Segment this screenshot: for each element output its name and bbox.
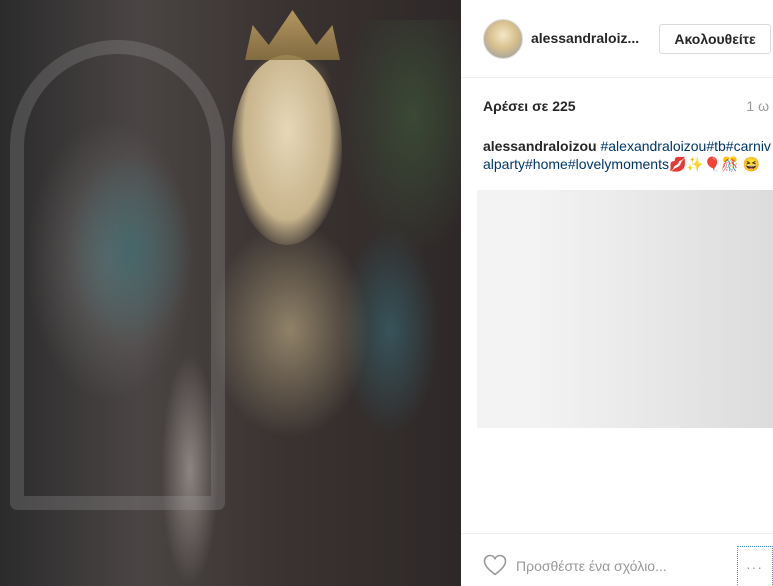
follow-button[interactable]: Ακολουθείτε [659, 24, 771, 54]
heart-icon[interactable] [483, 554, 507, 576]
mirror-frame [10, 40, 225, 510]
post-header: alessandraloiz... Ακολουθείτε [461, 0, 773, 78]
avatar[interactable] [483, 19, 523, 59]
post-footer: ··· [461, 533, 773, 586]
post-photo[interactable] [0, 0, 461, 586]
plant-decoration [341, 20, 461, 260]
crown [245, 10, 340, 60]
more-options-button[interactable]: ··· [737, 546, 773, 586]
post-time[interactable]: 1 ω [746, 98, 769, 114]
woman-figure [232, 55, 342, 245]
caption-emoji: 💋✨🎈🎊 😆 [668, 156, 761, 172]
loading-placeholder [477, 190, 773, 428]
username-link[interactable]: alessandraloiz... [531, 30, 639, 46]
post-sidebar: alessandraloiz... Ακολουθείτε Αρέσει σε … [461, 0, 773, 586]
post-caption: alessandraloizou #alexandraloizou#tb#car… [483, 137, 771, 173]
likes-count[interactable]: Αρέσει σε 225 [483, 98, 576, 114]
comment-input[interactable] [516, 556, 726, 576]
caption-author[interactable]: alessandraloizou [483, 138, 597, 154]
